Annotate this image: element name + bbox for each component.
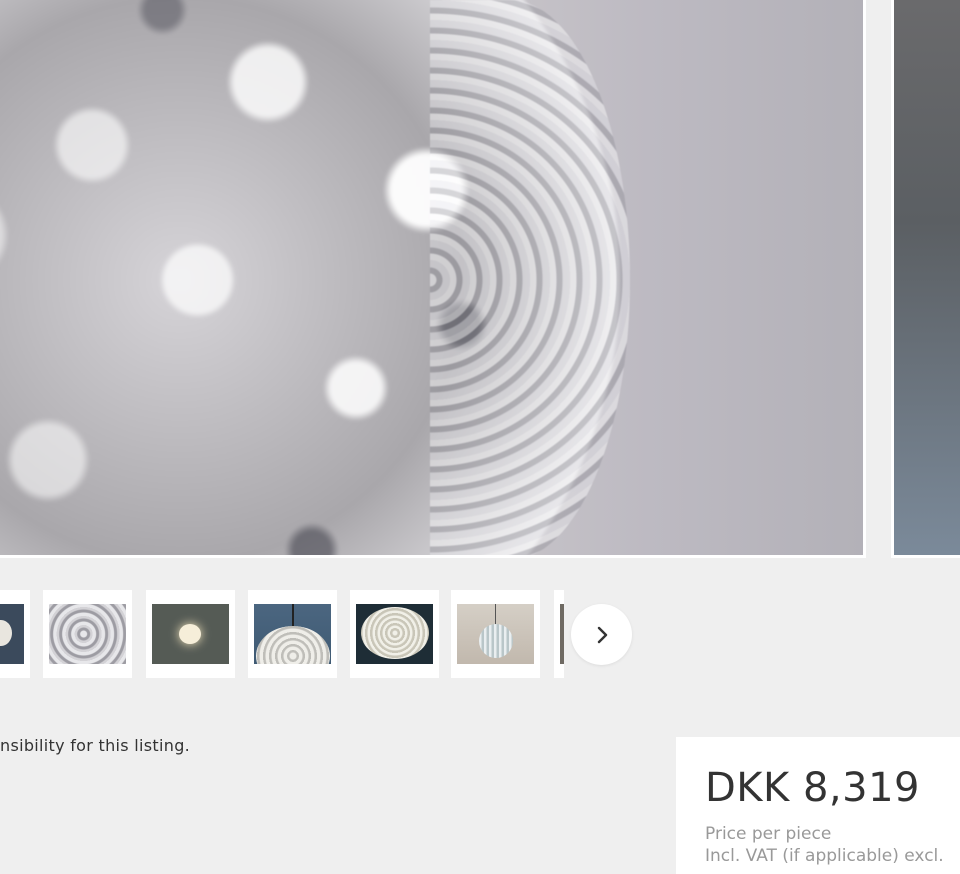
thumbnail-3[interactable] <box>248 590 337 678</box>
thumbnail-4[interactable] <box>350 590 439 678</box>
thumbnail-6[interactable] <box>554 590 564 678</box>
thumbnail-image <box>152 604 229 664</box>
thumbnail-1[interactable] <box>43 590 132 678</box>
next-product-image-peek[interactable] <box>891 0 960 558</box>
thumbnail-image <box>254 604 331 664</box>
listing-disclaimer: nsibility for this listing. <box>0 736 191 755</box>
chevron-right-icon <box>597 626 607 643</box>
thumbnail-image <box>356 604 433 664</box>
thumbnail-5[interactable] <box>451 590 540 678</box>
price-box: DKK 8,319 Price per piece Incl. VAT (if … <box>676 737 960 874</box>
thumbnail-2[interactable] <box>146 590 235 678</box>
price-amount: DKK 8,319 <box>705 765 920 811</box>
thumbnail-image <box>457 604 534 664</box>
thumbnail-0[interactable] <box>0 590 30 678</box>
price-per-unit: Price per piece <box>705 824 832 844</box>
price-vat-note: Incl. VAT (if applicable) excl. <box>705 846 944 866</box>
main-product-image[interactable] <box>0 0 866 558</box>
thumbnail-image <box>560 604 564 664</box>
thumbnails-next-button[interactable] <box>571 604 632 665</box>
thumbnail-image <box>49 604 126 664</box>
thumbnail-image <box>0 604 24 664</box>
